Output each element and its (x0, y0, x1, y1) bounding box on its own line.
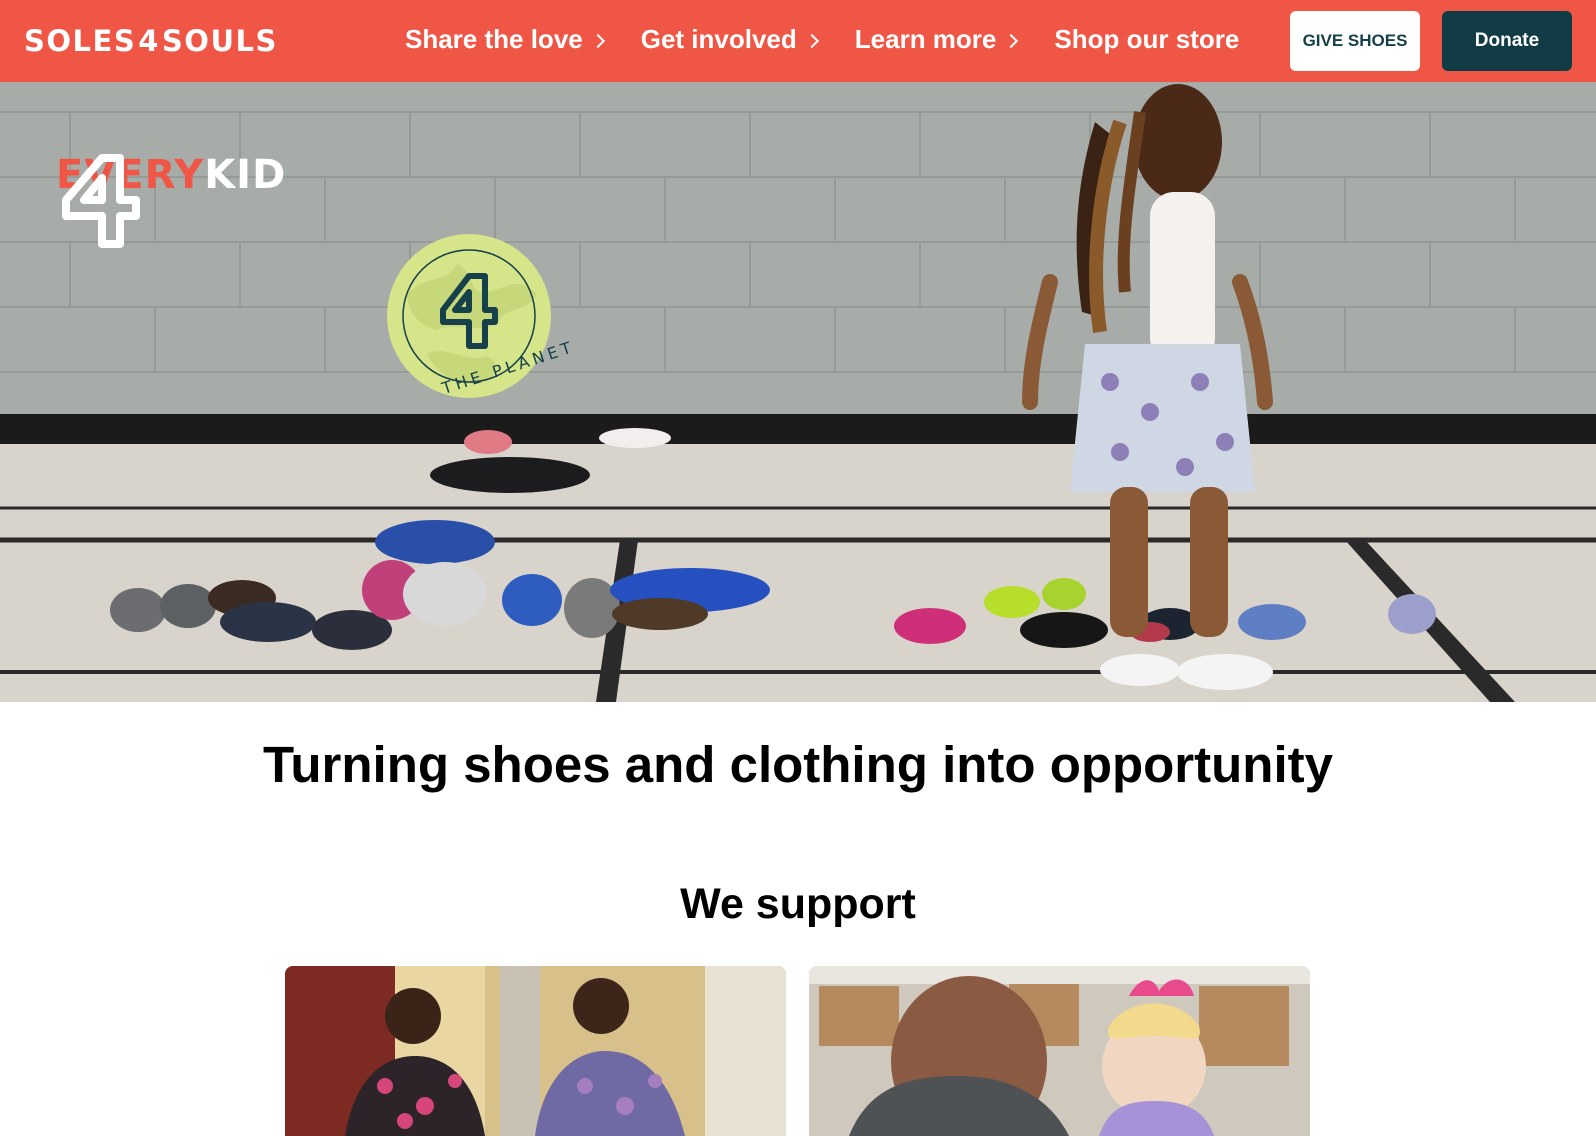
support-card-kids[interactable] (809, 966, 1310, 1136)
nav-share-the-love[interactable]: Share the love (405, 24, 605, 55)
nav-get-involved[interactable]: Get involved (640, 24, 819, 55)
kid-word: KID (204, 152, 287, 198)
card-photo-girl (809, 966, 1310, 1136)
nav-learn-more[interactable]: Learn more (854, 24, 1019, 55)
logo-text-soles: SOLES (24, 24, 137, 58)
chevron-right-icon (590, 33, 605, 48)
hero-image: EVERYKID THE PLANET (0, 82, 1596, 702)
nav-learn-more-label: Learn more (854, 24, 997, 54)
card-photo-women (285, 966, 786, 1136)
four-outline-icon (62, 154, 140, 248)
logo-text-souls: SOULS (161, 24, 278, 58)
donate-button[interactable]: Donate (1442, 11, 1572, 71)
give-shoes-button[interactable]: GIVE SHOES (1290, 11, 1420, 71)
logo-four-mark: 4 (138, 24, 160, 58)
nav-get-involved-label: Get involved (640, 24, 797, 54)
chevron-right-icon (1004, 33, 1019, 48)
we-support-heading: We support (680, 880, 916, 928)
nav-shop-our-store[interactable]: Shop our store (1054, 24, 1239, 55)
site-header: SOLES 4 SOULS Share the love Get involve… (0, 0, 1596, 82)
main-nav: Share the love Get involved Learn more S… (405, 24, 1277, 55)
nav-shop-our-store-label: Shop our store (1054, 24, 1240, 54)
page-headline: Turning shoes and clothing into opportun… (263, 736, 1333, 793)
chevron-right-icon (804, 33, 819, 48)
nav-share-the-love-label: Share the love (405, 24, 583, 54)
support-card-adults[interactable] (285, 966, 786, 1136)
4-every-kid-badge: EVERYKID (56, 152, 287, 248)
soles4souls-logo[interactable]: SOLES 4 SOULS (24, 24, 278, 58)
